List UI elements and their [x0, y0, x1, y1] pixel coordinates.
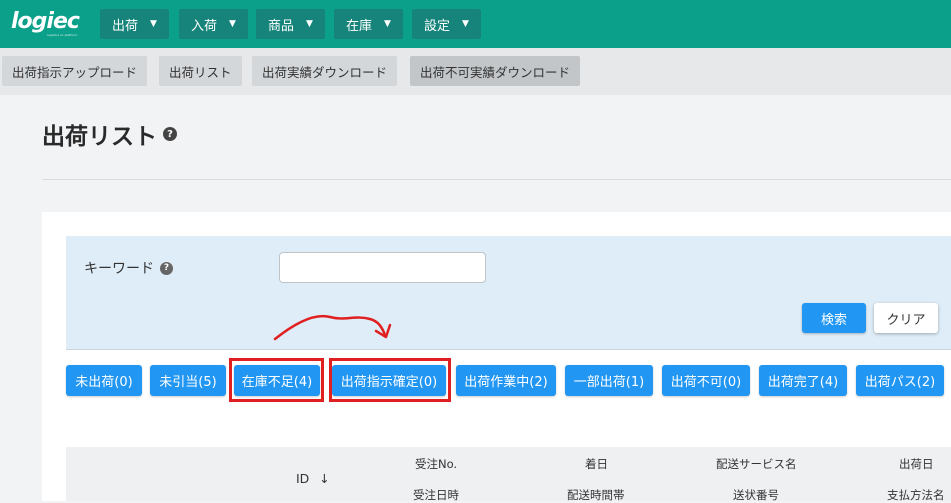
nav-menu-label: 出荷 — [112, 18, 139, 34]
filter-unshipped-button[interactable]: 未出荷(0) — [66, 365, 142, 396]
logo-tagline: logistics ec platform — [47, 33, 78, 37]
nav-menu-shipping[interactable]: 出荷 ▼ — [100, 9, 169, 39]
nav-menu-products[interactable]: 商品 ▼ — [256, 9, 325, 39]
keyword-input[interactable] — [279, 252, 486, 283]
logiec-logo[interactable]: logiec logistics ec platform — [11, 9, 80, 37]
page-title: 出荷リスト ? — [42, 117, 177, 151]
filter-shipping-pass-button[interactable]: 出荷パス(2) — [856, 365, 944, 396]
nav-menu-label: 在庫 — [346, 18, 373, 34]
caret-down-icon: ▼ — [150, 19, 157, 29]
nav-menu-label: 設定 — [424, 18, 451, 34]
table-header — [66, 447, 951, 501]
nav-menu-settings[interactable]: 設定 ▼ — [412, 9, 481, 39]
page-title-text: 出荷リスト — [42, 124, 157, 150]
subnav-shipping-list[interactable]: 出荷リスト — [159, 56, 242, 86]
sub-nav-bar: 出荷指示アップロード 出荷リスト 出荷実績ダウンロード 出荷不可実績ダウンロード — [0, 48, 951, 95]
nav-menu-label: 商品 — [268, 18, 295, 34]
search-button[interactable]: 検索 — [802, 303, 866, 333]
filter-shipped-button[interactable]: 出荷完了(4) — [759, 365, 847, 396]
filter-in-progress-button[interactable]: 出荷作業中(2) — [456, 365, 556, 396]
caret-down-icon: ▼ — [306, 19, 313, 29]
caret-down-icon: ▼ — [229, 19, 236, 29]
subnav-unshippable-results-download[interactable]: 出荷不可実績ダウンロード — [410, 56, 581, 86]
filter-partially-shipped-button[interactable]: 一部出荷(1) — [565, 365, 653, 396]
annotation-arrow-icon — [273, 314, 392, 341]
caret-down-icon: ▼ — [462, 19, 469, 29]
filter-unshippable-button[interactable]: 出荷不可(0) — [662, 365, 750, 396]
logo-text: logiec — [11, 9, 80, 34]
col-header-ship-date[interactable]: 出荷日 — [899, 456, 934, 472]
title-divider — [42, 179, 951, 180]
subnav-shipping-results-download[interactable]: 出荷実績ダウンロード — [252, 56, 398, 86]
highlight-box — [229, 358, 324, 402]
top-nav-bar: logiec logistics ec platform 出荷 ▼ 入荷 ▼ 商品 ▼… — [0, 0, 951, 48]
help-icon[interactable]: ? — [160, 261, 173, 275]
col-header-order-no[interactable]: 受注No. — [415, 456, 457, 472]
nav-menu-receiving[interactable]: 入荷 ▼ — [179, 9, 248, 39]
caret-down-icon: ▼ — [384, 19, 391, 29]
nav-menu-label: 入荷 — [191, 18, 218, 34]
filter-unallocated-button[interactable]: 未引当(5) — [150, 365, 226, 396]
keyword-label-text: キーワード — [84, 261, 154, 277]
subnav-shipping-upload[interactable]: 出荷指示アップロード — [2, 56, 148, 86]
col-header-delivery-service[interactable]: 配送サービス名 — [716, 456, 797, 472]
clear-button[interactable]: クリア — [874, 303, 938, 333]
sort-arrow-down-icon[interactable]: ↓ — [319, 471, 329, 486]
nav-menu-inventory[interactable]: 在庫 ▼ — [334, 9, 403, 39]
col-header-id[interactable]: ID ↓ — [296, 471, 330, 486]
col-header-id-label: ID — [296, 471, 310, 486]
highlight-box — [329, 358, 451, 402]
col-header-arrival-date[interactable]: 着日 — [585, 456, 608, 472]
help-icon[interactable]: ? — [163, 127, 177, 141]
keyword-label: キーワード ? — [84, 258, 173, 278]
